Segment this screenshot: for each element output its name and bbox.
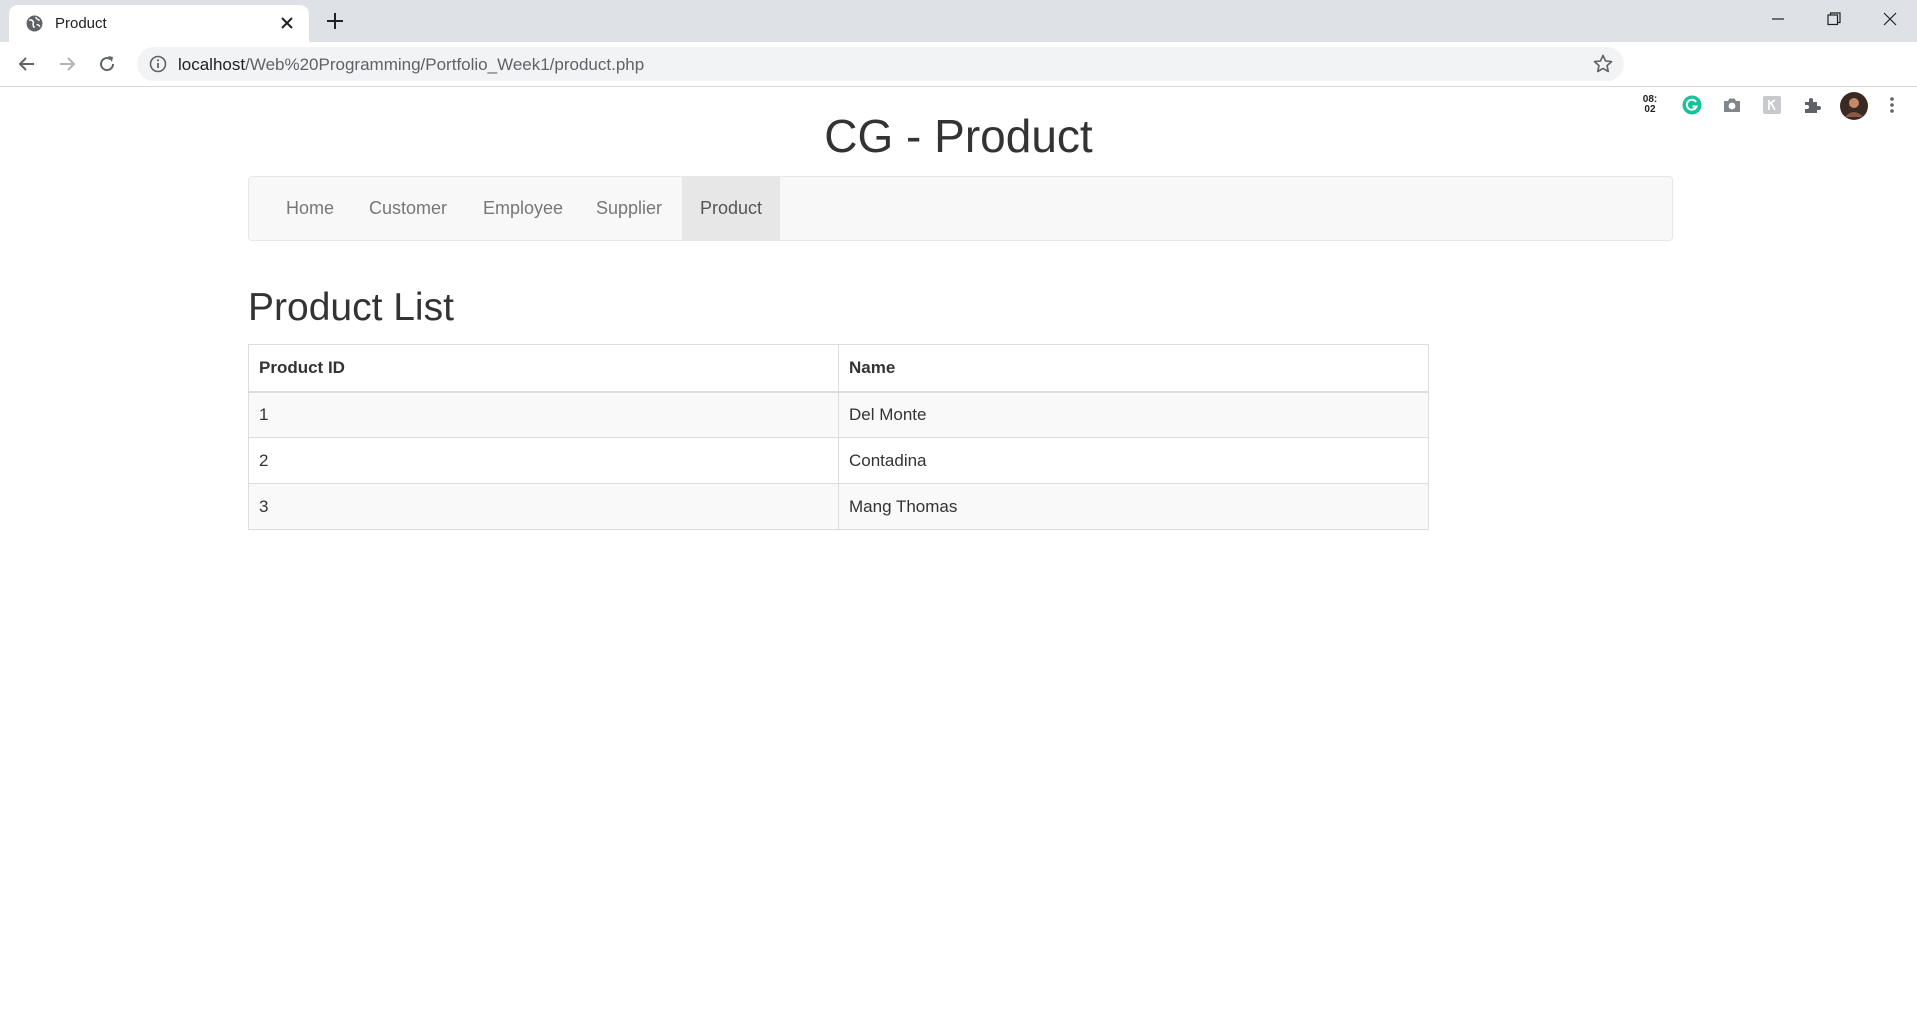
close-icon (1883, 12, 1897, 26)
address-bar[interactable]: localhost/Web%20Programming/Portfolio_We… (137, 47, 1624, 81)
product-id-cell: 3 (248, 483, 839, 530)
back-button[interactable] (15, 52, 39, 76)
close-window-button[interactable] (1862, 0, 1917, 38)
product-name-cell: Contadina (838, 437, 1429, 484)
tab-title: Product (55, 15, 107, 32)
restore-icon (1827, 12, 1841, 26)
product-table: Product ID Name 1 Del Monte 2 Contadina … (248, 344, 1429, 530)
forward-button[interactable] (55, 52, 79, 76)
new-tab-icon[interactable] (324, 10, 346, 32)
nav-customer[interactable]: Customer (351, 177, 465, 240)
page-title: CG - Product (824, 110, 1093, 162)
table-row: 2 Contadina (248, 437, 1429, 484)
tab-strip: Product (0, 0, 1917, 42)
arrow-left-icon (18, 57, 34, 71)
bookmark-star-icon[interactable] (1592, 53, 1614, 75)
table-row: 1 Del Monte (248, 391, 1429, 438)
minimize-button[interactable] (1750, 0, 1806, 38)
reload-button[interactable] (95, 52, 119, 76)
table-header-row: Product ID Name (248, 344, 1429, 393)
section-title: Product List (248, 286, 454, 329)
column-header-product-id: Product ID (248, 344, 839, 393)
reload-icon (100, 56, 115, 72)
arrow-right-icon (60, 57, 76, 71)
url-host: localhost (178, 55, 246, 74)
minimize-icon (1772, 18, 1784, 20)
browser-tab[interactable]: Product (9, 5, 309, 42)
nav-product[interactable]: Product (682, 177, 781, 240)
nav-home[interactable]: Home (268, 177, 352, 240)
product-id-cell: 1 (248, 391, 839, 438)
url-text[interactable]: localhost/Web%20Programming/Portfolio_We… (178, 55, 644, 75)
product-id-cell: 2 (248, 437, 839, 484)
site-navbar: Home Customer Employee Supplier Product (248, 176, 1673, 241)
product-name-cell: Del Monte (838, 391, 1429, 438)
browser-toolbar: localhost/Web%20Programming/Portfolio_We… (0, 42, 1917, 120)
restore-button[interactable] (1806, 0, 1862, 38)
info-icon[interactable] (149, 55, 167, 73)
close-tab-icon[interactable] (277, 13, 297, 33)
url-path: /Web%20Programming/Portfolio_Week1/produ… (245, 55, 645, 74)
nav-supplier[interactable]: Supplier (578, 177, 680, 240)
table-row: 3 Mang Thomas (248, 483, 1429, 530)
nav-employee[interactable]: Employee (465, 177, 581, 240)
product-name-cell: Mang Thomas (838, 483, 1429, 530)
column-header-name: Name (838, 344, 1429, 393)
globe-icon (26, 15, 43, 32)
